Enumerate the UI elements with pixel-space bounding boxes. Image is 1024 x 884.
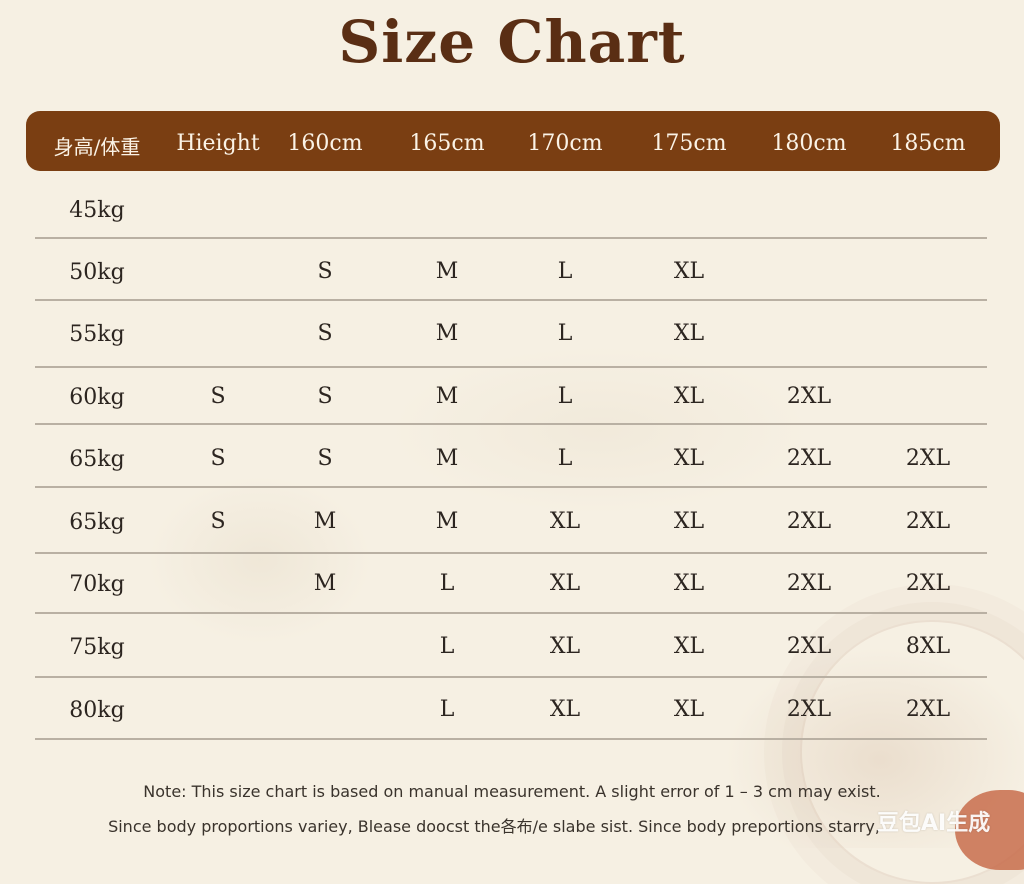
header-165cm: 165cm [409,131,485,156]
note-line-1: Note: This size chart is based on manual… [143,782,881,801]
weight-label: 50kg [69,260,125,285]
size-cell: 2XL [786,384,832,409]
size-cell: XL [549,571,581,596]
size-cell: S [210,446,226,471]
header-185cm: 185cm [890,131,966,156]
size-cell: S [210,384,226,409]
weight-label: 60kg [69,385,125,410]
size-cell: 2XL [905,509,951,534]
size-cell: XL [673,634,705,659]
size-cell: M [435,446,459,471]
size-cell: XL [673,509,705,534]
size-cell: 8XL [905,634,951,659]
weight-label: 65kg [69,510,125,535]
size-cell: M [313,509,337,534]
page-title: Size Chart [338,8,686,76]
row-divider [35,237,987,239]
size-cell: 2XL [786,509,832,534]
weight-label: 65kg [69,447,125,472]
header-160cm: 160cm [287,131,363,156]
size-cell: M [435,321,459,346]
size-cell: XL [549,509,581,534]
header-180cm: 180cm [771,131,847,156]
header-170cm: 170cm [527,131,603,156]
header-height-weight: 身高/体重 [53,135,141,159]
size-cell: XL [549,697,581,722]
weight-label: 80kg [69,698,125,723]
row-divider [35,738,987,740]
weight-label: 75kg [69,635,125,660]
size-cell: XL [549,634,581,659]
row-divider [35,299,987,301]
size-cell: L [439,697,455,722]
size-cell: 2XL [905,697,951,722]
row-divider [35,366,987,368]
size-cell: XL [673,384,705,409]
size-cell: L [557,259,573,284]
size-cell: M [435,509,459,534]
size-cell: 2XL [905,446,951,471]
size-cell: XL [673,571,705,596]
size-cell: XL [673,697,705,722]
header-hieight: Hieight [176,131,260,156]
row-divider [35,676,987,678]
size-cell: L [439,571,455,596]
size-cell: 2XL [905,571,951,596]
size-cell: 2XL [786,634,832,659]
row-divider [35,612,987,614]
table-header-bar [26,111,1000,171]
size-cell: L [557,446,573,471]
size-cell: L [439,634,455,659]
size-cell: S [317,384,333,409]
weight-label: 45kg [69,198,125,223]
size-cell: 2XL [786,697,832,722]
size-cell: S [317,321,333,346]
size-cell: 2XL [786,571,832,596]
row-divider [35,486,987,488]
weight-label: 70kg [69,572,125,597]
row-divider [35,423,987,425]
size-cell: M [435,259,459,284]
size-cell: 2XL [786,446,832,471]
size-cell: L [557,384,573,409]
size-cell: XL [673,259,705,284]
size-cell: M [313,571,337,596]
weight-label: 55kg [69,322,125,347]
size-cell: S [210,509,226,534]
ai-generated-watermark: 豆包AI生成 [877,811,991,836]
size-cell: XL [673,321,705,346]
note-line-2: Since body proportions variey, Blease do… [108,817,880,836]
size-cell: S [317,446,333,471]
size-cell: XL [673,446,705,471]
size-cell: L [557,321,573,346]
size-cell: M [435,384,459,409]
size-cell: S [317,259,333,284]
header-175cm: 175cm [651,131,727,156]
row-divider [35,552,987,554]
